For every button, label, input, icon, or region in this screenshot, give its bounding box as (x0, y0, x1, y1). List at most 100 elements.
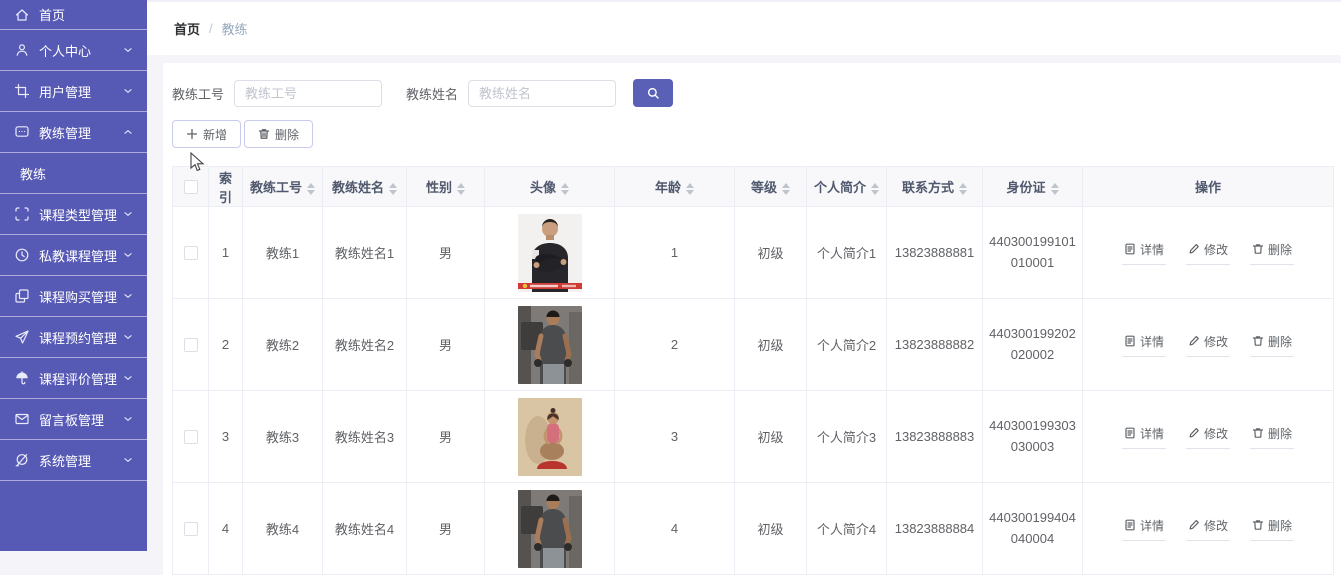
chevron-down-icon (121, 84, 135, 98)
header-coach-id[interactable]: 教练工号 (242, 166, 323, 207)
table-row: 4 教练4 教练姓名4 男 4 初级 个人简介4 13823888884 440… (172, 482, 1334, 575)
coach-avatar-image[interactable] (517, 397, 582, 476)
cell-level: 初级 (734, 298, 807, 391)
trash-icon (258, 128, 270, 140)
table-row: 1 教练1 教练姓名1 男 1 初级 个人简介1 13823888881 440… (172, 206, 1334, 299)
cell-coach-id: 教练4 (242, 482, 323, 575)
cell-actions: 详情 修改 删除 (1082, 298, 1334, 391)
cell-contact: 13823888881 (886, 206, 983, 299)
header-age[interactable]: 年龄 (614, 166, 735, 207)
pen-icon (1189, 520, 1199, 530)
cell-contact: 13823888882 (886, 298, 983, 391)
sidebar-item-course-type-management[interactable]: 课程类型管理 (0, 194, 147, 235)
sidebar-item-system-management[interactable]: 系统管理 (0, 440, 147, 481)
sort-icon[interactable] (782, 182, 790, 195)
row-checkbox[interactable] (183, 246, 198, 261)
cell-contact: 13823888884 (886, 482, 983, 575)
coach-avatar-image[interactable] (517, 213, 582, 292)
sort-icon[interactable] (307, 182, 315, 195)
header-label: 等级 (750, 180, 777, 195)
header-intro[interactable]: 个人简介 (806, 166, 887, 207)
edit-button[interactable]: 修改 (1185, 425, 1230, 449)
edit-button[interactable]: 修改 (1185, 333, 1230, 357)
row-checkbox[interactable] (183, 430, 198, 445)
breadcrumb-current: 教练 (221, 22, 248, 37)
cell-coach-id: 教练3 (242, 390, 323, 483)
sidebar-item-course-booking-management[interactable]: 课程预约管理 (0, 317, 147, 358)
breadcrumb-home-link[interactable]: 首页 (174, 19, 200, 38)
edit-button[interactable]: 修改 (1185, 241, 1230, 265)
cell-id-card: 440300199303030003 (982, 390, 1083, 483)
sidebar-item-private-course-management[interactable]: 私教课程管理 (0, 235, 147, 276)
cell-gender: 男 (406, 206, 485, 299)
coach-name-input[interactable] (468, 79, 617, 107)
header-id-card[interactable]: 身份证 (982, 166, 1083, 207)
coach-id-input[interactable] (234, 79, 383, 107)
coach-avatar-image[interactable] (517, 305, 582, 384)
sidebar-item-home[interactable]: 首页 (0, 0, 147, 30)
header-select-all[interactable] (172, 166, 209, 207)
cell-avatar (484, 482, 615, 575)
row-delete-button[interactable]: 删除 (1250, 425, 1295, 449)
sidebar-item-course-review-management[interactable]: 课程评价管理 (0, 358, 147, 399)
cell-id-card: 440300199404040004 (982, 482, 1083, 575)
row-delete-button[interactable]: 删除 (1250, 517, 1295, 541)
chevron-down-icon (121, 412, 135, 426)
sidebar-item-coach-management[interactable]: 教练管理 (0, 112, 147, 153)
row-checkbox[interactable] (183, 338, 198, 353)
header-label: 索引 (218, 170, 232, 205)
sidebar-item-message-board-management[interactable]: 留言板管理 (0, 399, 147, 440)
detail-button[interactable]: 详情 (1121, 333, 1166, 357)
sort-icon[interactable] (686, 182, 694, 195)
cell-index: 2 (208, 298, 243, 391)
add-button[interactable]: 新增 (172, 120, 242, 148)
sort-icon[interactable] (1050, 182, 1059, 195)
cell-age: 1 (614, 206, 735, 299)
sort-icon[interactable] (871, 182, 879, 195)
document-icon (1125, 335, 1135, 347)
cell-intro: 个人简介4 (806, 482, 887, 575)
cell-actions: 详情 修改 删除 (1082, 390, 1334, 483)
add-button-label: 新增 (203, 127, 228, 142)
edit-button[interactable]: 修改 (1185, 517, 1230, 541)
cell-intro: 个人简介2 (806, 298, 887, 391)
header-level[interactable]: 等级 (734, 166, 807, 207)
header-avatar[interactable]: 头像 (484, 166, 615, 207)
copy-icon (14, 288, 30, 304)
delete-button[interactable]: 删除 (244, 120, 314, 148)
sidebar-item-user-management[interactable]: 用户管理 (0, 71, 147, 112)
cell-age: 4 (614, 482, 735, 575)
sort-icon[interactable] (457, 182, 465, 195)
row-checkbox[interactable] (183, 522, 198, 537)
search-button[interactable] (633, 79, 674, 107)
crop-icon (14, 83, 30, 99)
cell-avatar (484, 206, 615, 299)
sidebar-item-label: 教练管理 (39, 125, 92, 141)
row-delete-button[interactable]: 删除 (1250, 333, 1295, 357)
breadcrumb: 首页 / 教练 (147, 2, 1341, 55)
cell-level: 初级 (734, 390, 807, 483)
slashed-circle-icon (14, 452, 30, 468)
row-delete-button[interactable]: 删除 (1250, 241, 1295, 265)
document-icon (1125, 519, 1135, 531)
user-icon (14, 42, 30, 58)
header-contact[interactable]: 联系方式 (886, 166, 983, 207)
sort-icon[interactable] (959, 182, 967, 195)
sidebar-item-course-purchase-management[interactable]: 课程购买管理 (0, 276, 147, 317)
sort-icon[interactable] (561, 182, 569, 195)
cell-avatar (484, 298, 615, 391)
content-card: 教练工号 教练姓名 新增 删除 (163, 63, 1341, 575)
detail-button[interactable]: 详情 (1121, 241, 1166, 265)
header-coach-name[interactable]: 教练姓名 (322, 166, 407, 207)
cell-index: 3 (208, 390, 243, 483)
detail-button[interactable]: 详情 (1121, 517, 1166, 541)
header-label: 性别 (425, 180, 452, 195)
detail-button[interactable]: 详情 (1121, 425, 1166, 449)
sidebar-subitem-coach[interactable]: 教练 (0, 153, 147, 194)
sort-icon[interactable] (389, 182, 397, 195)
header-gender[interactable]: 性别 (406, 166, 485, 207)
mail-icon (14, 411, 30, 427)
coach-avatar-image[interactable] (517, 489, 582, 568)
select-all-checkbox[interactable] (183, 180, 198, 195)
sidebar-item-personal-center[interactable]: 个人中心 (0, 30, 147, 71)
